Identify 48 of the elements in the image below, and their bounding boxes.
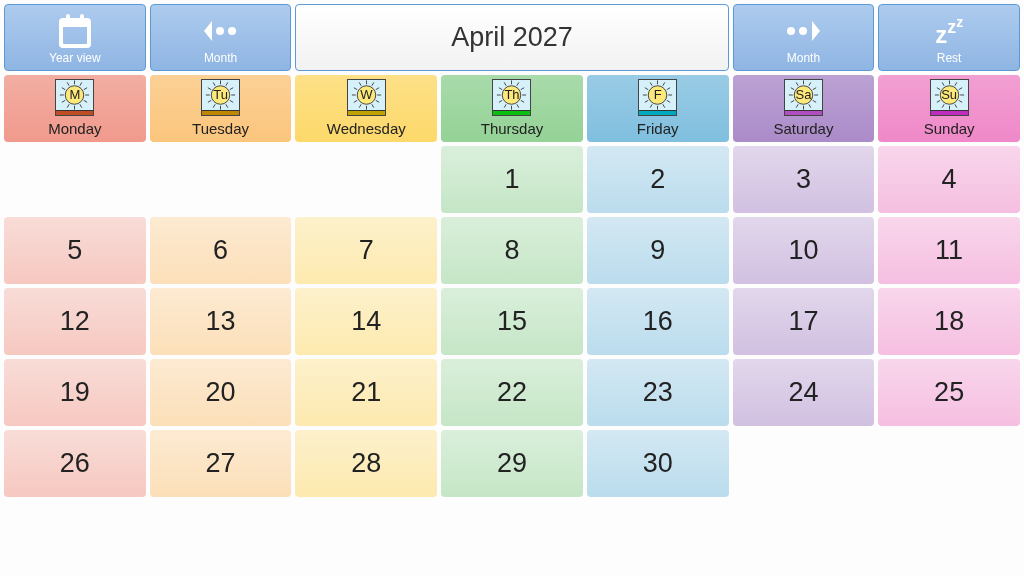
date-cell[interactable]: 27 xyxy=(149,430,292,497)
date-cell[interactable]: 3 xyxy=(732,146,875,213)
date-cell[interactable]: 26 xyxy=(4,430,146,497)
date-cell[interactable]: 29 xyxy=(441,430,583,497)
date-cell[interactable]: 13 xyxy=(149,288,292,355)
day-name: Tuesday xyxy=(192,119,250,139)
day-name: Monday xyxy=(48,119,102,139)
date-cell[interactable]: 22 xyxy=(441,359,583,426)
date-cell[interactable]: 4 xyxy=(878,146,1020,213)
day-name: Wednesday xyxy=(326,119,406,139)
date-cell[interactable]: 5 xyxy=(4,217,146,284)
forward-arrow-icon xyxy=(786,21,821,41)
date-cell[interactable]: 23 xyxy=(586,359,729,426)
day-name: Thursday xyxy=(480,119,544,139)
date-cell[interactable]: 1 xyxy=(441,146,583,213)
date-cell[interactable]: 30 xyxy=(586,430,729,497)
date-cell[interactable]: 16 xyxy=(586,288,729,355)
date-cell[interactable]: 24 xyxy=(732,359,875,426)
sun-day-icon: F xyxy=(638,79,678,116)
date-cell[interactable]: 25 xyxy=(878,359,1020,426)
date-cell[interactable]: 2 xyxy=(586,146,729,213)
date-cell[interactable]: 15 xyxy=(441,288,583,355)
date-cell[interactable]: 10 xyxy=(732,217,875,284)
date-cell[interactable]: 28 xyxy=(295,430,438,497)
sun-day-icon: Th xyxy=(492,79,532,116)
date-cell[interactable]: 18 xyxy=(878,288,1020,355)
date-cell[interactable]: 17 xyxy=(732,288,875,355)
date-cell[interactable]: 19 xyxy=(4,359,146,426)
sun-day-icon: W xyxy=(346,79,386,116)
date-cell[interactable]: 6 xyxy=(149,217,292,284)
date-cell[interactable]: 11 xyxy=(878,217,1020,284)
date-cell[interactable]: 21 xyxy=(295,359,438,426)
calendar-icon xyxy=(58,14,91,48)
date-cell[interactable]: 8 xyxy=(441,217,583,284)
back-arrow-icon xyxy=(203,21,238,41)
date-cell[interactable]: 7 xyxy=(295,217,438,284)
sun-day-icon: Su xyxy=(929,79,969,116)
day-name: Friday xyxy=(636,119,679,139)
date-cell[interactable]: 12 xyxy=(4,288,146,355)
sun-day-icon: M xyxy=(55,79,95,116)
sun-day-icon: Tu xyxy=(201,79,241,116)
date-cell[interactable]: 20 xyxy=(149,359,292,426)
date-cell[interactable]: 9 xyxy=(586,217,729,284)
day-name: Sunday xyxy=(923,119,975,139)
sun-day-icon: Sa xyxy=(783,79,823,116)
date-cell[interactable]: 14 xyxy=(295,288,438,355)
day-name: Saturday xyxy=(773,119,834,139)
month-title: April 2027 xyxy=(295,4,729,71)
